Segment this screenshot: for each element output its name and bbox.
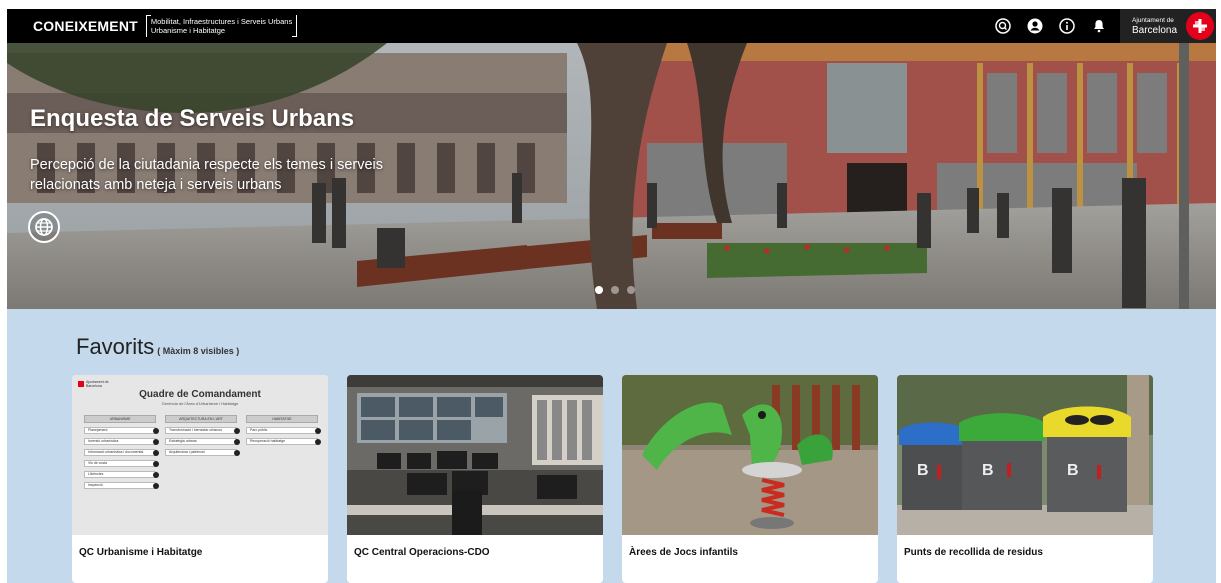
column-row: Inversió urbanística (84, 438, 159, 445)
carousel-dot-2[interactable] (611, 286, 619, 294)
hero-title: Enquesta de Serveis Urbans (30, 105, 355, 132)
card-caption: Punts de recollida de residus (904, 547, 1043, 558)
recycling-bins-photo: BBB (897, 375, 1153, 535)
column-row: Planejament (84, 427, 159, 434)
top-icons (994, 9, 1108, 43)
card-caption: Àrees de Jocs infantils (629, 547, 738, 558)
favorites-heading: Favorits (76, 334, 155, 359)
page-frame: CONEIXEMENT Mobilitat, Infraestructures … (7, 9, 1216, 583)
column-row: Informació urbanística i documental (84, 449, 159, 456)
control-room-photo (347, 375, 603, 535)
subtitle-line-2: Urbanisme i Habitatge (150, 26, 226, 35)
column-row: Vis de costa (84, 460, 159, 467)
column-row: Recuperació habitatge (246, 438, 321, 445)
top-bar: CONEIXEMENT Mobilitat, Infraestructures … (7, 9, 1216, 43)
column-head: ARQUITECTURA EN L'ART (165, 415, 237, 423)
column-row: Estratègia urbana (165, 438, 240, 445)
dashboard-column: URBANISME Planejament Inversió urbanísti… (84, 415, 159, 489)
svg-text:B: B (982, 462, 994, 479)
dashboard-title: Quadre de Comandament (139, 389, 261, 400)
barcelona-shield-icon (1186, 12, 1214, 40)
hero-banner[interactable]: Enquesta de Serveis Urbans Percepció de … (7, 43, 1216, 309)
search-icon[interactable] (994, 17, 1012, 35)
user-icon[interactable] (1026, 17, 1044, 35)
carousel-dot-1[interactable] (595, 286, 603, 294)
subtitle-line-1: Mobilitat, Infraestructures i Serveis Ur… (150, 17, 293, 26)
favorites-cards: Ajuntament de Barcelona Quadre de Comand… (72, 375, 1153, 583)
favorite-card[interactable]: Àrees de Jocs infantils (622, 375, 878, 583)
brand-logo[interactable]: CONEIXEMENT (33, 18, 138, 34)
column-row: Llicències (84, 471, 159, 478)
playground-photo (622, 375, 878, 535)
hero-description: Percepció de la ciutadania respecte els … (30, 157, 384, 193)
ajuntament-mini-logo (78, 381, 84, 387)
column-row: Inspecció (84, 482, 159, 489)
card-caption: QC Urbanisme i Habitatge (79, 547, 203, 558)
column-head: HABITATGE (246, 415, 318, 423)
card-caption: QC Central Operacions-CDO (354, 547, 490, 558)
dashboard-column: ARQUITECTURA EN L'ART Transformació i bi… (165, 415, 240, 456)
favorite-card[interactable]: QC Central Operacions-CDO (347, 375, 603, 583)
bell-icon[interactable] (1090, 17, 1108, 35)
card-thumbnail (622, 375, 878, 535)
column-row: Arquitectura i patrimoni (165, 449, 240, 456)
favorites-title: Favorits( Màxim 8 visibles ) (76, 334, 239, 360)
favorite-card[interactable]: B B B Punts de recollida de residus (897, 375, 1153, 583)
svg-text:B: B (917, 462, 929, 479)
globe-icon[interactable] (28, 211, 60, 243)
ajuntament-small: Ajuntament de (1132, 16, 1174, 24)
dashboard-org: Ajuntament de Barcelona (86, 380, 109, 388)
carousel-dots (595, 286, 635, 294)
column-head: URBANISME (84, 415, 156, 423)
card-thumbnail: Ajuntament de Barcelona Quadre de Comand… (72, 375, 328, 535)
card-thumbnail (347, 375, 603, 535)
ajuntament-name: Barcelona (1132, 24, 1178, 36)
dashboard-column: HABITATGE Parc públic Recuperació habita… (246, 415, 321, 445)
site-subtitle: Mobilitat, Infraestructures i Serveis Ur… (145, 15, 298, 37)
column-row: Parc públic (246, 427, 321, 434)
dashboard-subtitle: Gerència de l'Àrea d'Urbanisme i Habitat… (161, 401, 239, 406)
ajuntament-logo[interactable]: Ajuntament de Barcelona (1120, 9, 1216, 43)
card-thumbnail: BBB (897, 375, 1153, 535)
favorite-card[interactable]: Ajuntament de Barcelona Quadre de Comand… (72, 375, 328, 583)
svg-text:B: B (1067, 462, 1079, 479)
column-row: Transformació i bienestar urbanos (165, 427, 240, 434)
ajuntament-text: Ajuntament de Barcelona (1132, 17, 1177, 36)
info-icon[interactable] (1058, 17, 1076, 35)
favorites-note: ( Màxim 8 visibles ) (157, 346, 240, 356)
carousel-dot-3[interactable] (627, 286, 635, 294)
